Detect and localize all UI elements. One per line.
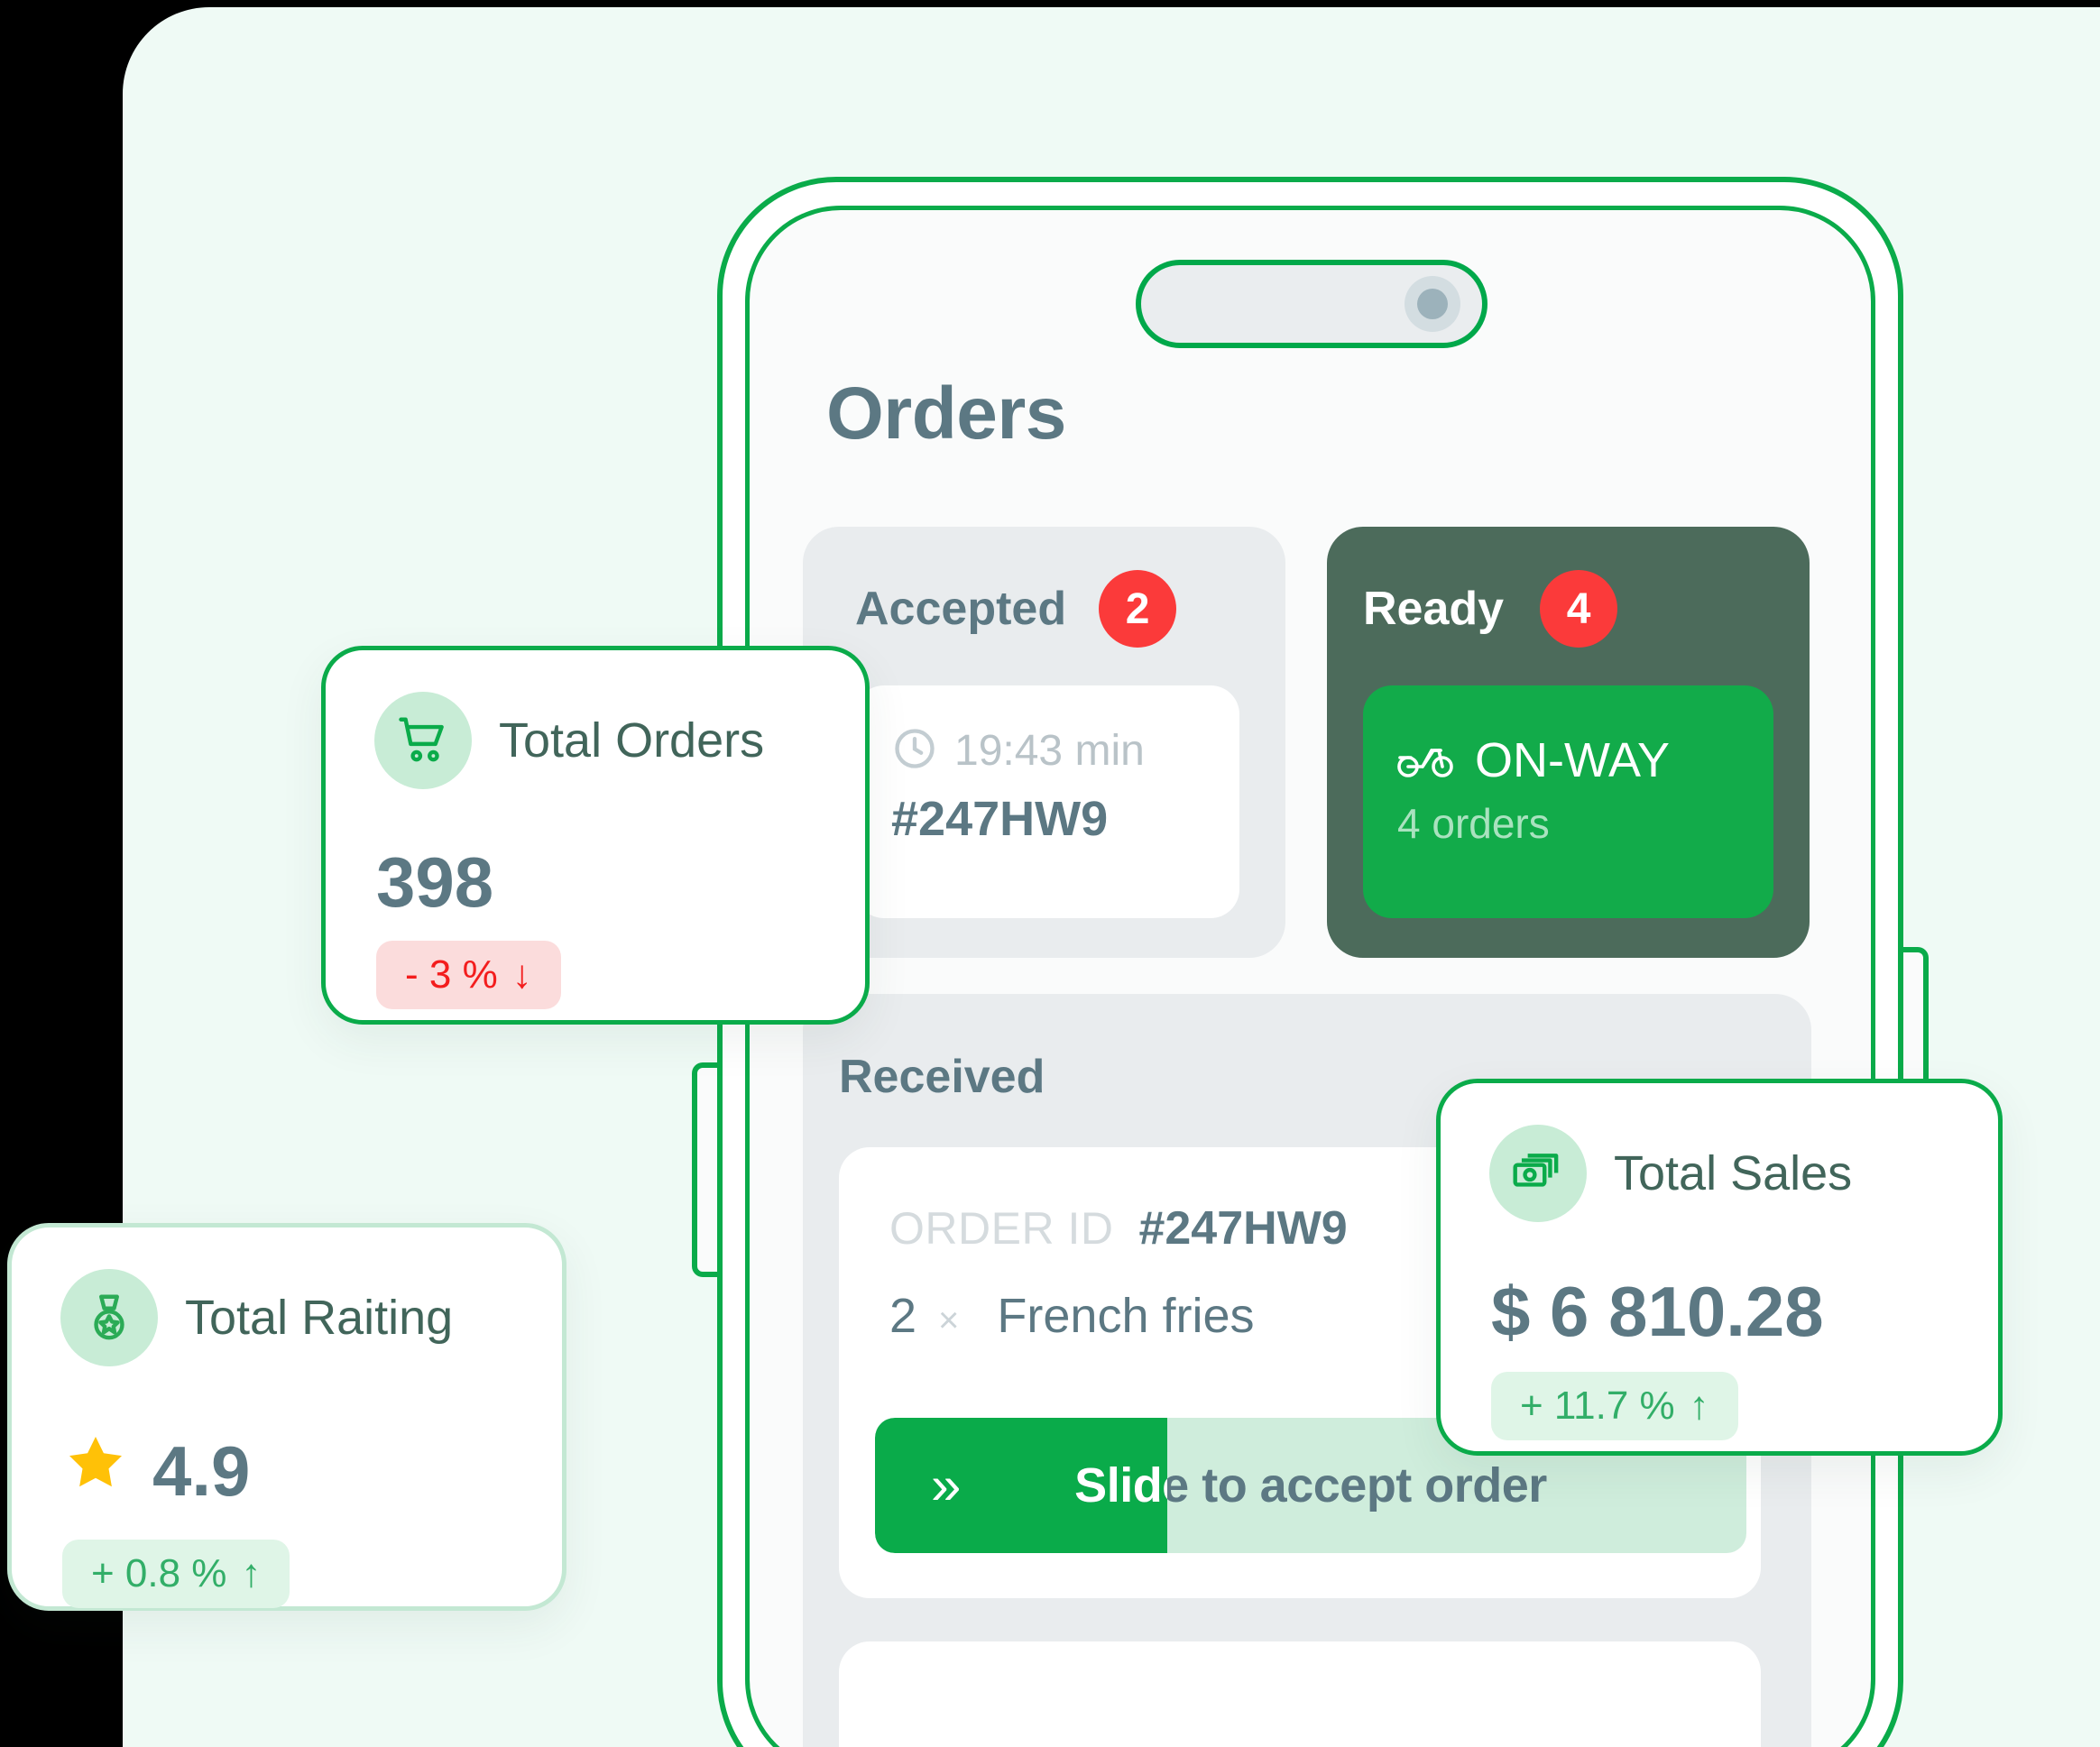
- total-sales-value: $ 6 810.28: [1491, 1272, 1824, 1351]
- total-rating-delta-text: + 0.8 %: [91, 1551, 227, 1595]
- chevron-double-right-icon: »: [931, 1455, 962, 1515]
- total-orders-delta-badge: - 3 % ↓: [376, 941, 561, 1009]
- total-rating-header: Total Raiting: [60, 1269, 453, 1366]
- dynamic-island: [1136, 260, 1488, 348]
- ready-status-card[interactable]: Ready 4 ON-WAY 4 orders: [1327, 527, 1810, 958]
- accepted-label: Accepted: [855, 583, 1067, 635]
- slider-label-highlight-text: Slide to accept order: [1074, 1458, 1166, 1513]
- ready-card-header: Ready 4: [1363, 570, 1618, 648]
- accepted-status-card[interactable]: Accepted 2 19:43 min #247HW9: [803, 527, 1285, 958]
- total-sales-delta-text: + 11.7 %: [1520, 1384, 1675, 1428]
- stat-card-total-sales[interactable]: Total Sales $ 6 810.28 + 11.7 % ↑: [1436, 1079, 2003, 1456]
- total-sales-header: Total Sales: [1489, 1125, 1852, 1222]
- order-id-value: #247HW9: [1138, 1202, 1348, 1255]
- order-item-name: French fries: [997, 1289, 1255, 1343]
- received-order-card-next[interactable]: [839, 1641, 1761, 1747]
- stat-card-total-rating[interactable]: Total Raiting 4.9 + 0.8 % ↑: [7, 1223, 566, 1611]
- total-rating-title: Total Raiting: [185, 1291, 454, 1345]
- accepted-card-header: Accepted 2: [855, 570, 1177, 648]
- screenshot-stage: Orders Accepted 2 19:43 min #247HW9 Read…: [0, 0, 2100, 1747]
- total-orders-value: 398: [376, 842, 494, 922]
- accepted-order-id: #247HW9: [891, 792, 1109, 846]
- total-sales-delta-badge: + 11.7 % ↑: [1491, 1372, 1738, 1440]
- total-rating-delta-badge: + 0.8 % ↑: [62, 1540, 290, 1608]
- total-orders-delta-text: - 3 %: [405, 952, 498, 997]
- on-way-row: ON-WAY: [1397, 732, 1773, 788]
- slider-label-highlight: Slide to accept order: [875, 1418, 1166, 1553]
- arrow-up-icon: ↑: [1689, 1384, 1709, 1428]
- clock-icon: [891, 725, 938, 777]
- stat-card-total-orders[interactable]: Total Orders 398 - 3 % ↓: [321, 646, 870, 1025]
- medal-star-icon: [60, 1269, 158, 1366]
- page-title: Orders: [826, 372, 1066, 455]
- on-way-label: ON-WAY: [1475, 733, 1670, 787]
- phone-volume-button[interactable]: [692, 1062, 717, 1277]
- on-way-tile[interactable]: ON-WAY 4 orders: [1363, 685, 1773, 918]
- eta-row: 19:43 min: [891, 725, 1239, 777]
- front-camera-lens: [1417, 289, 1448, 319]
- ready-count-badge: 4: [1540, 570, 1618, 648]
- accepted-order-tile[interactable]: 19:43 min #247HW9: [855, 685, 1239, 918]
- total-sales-title: Total Sales: [1614, 1146, 1853, 1200]
- order-item-quantity: 2: [889, 1289, 917, 1343]
- total-rating-value-row: 4.9: [62, 1430, 250, 1513]
- total-orders-title: Total Orders: [499, 713, 765, 768]
- total-orders-header: Total Orders: [374, 692, 764, 789]
- front-camera-icon: [1405, 276, 1460, 332]
- arrow-up-icon: ↑: [241, 1551, 262, 1595]
- shopping-cart-icon: [374, 692, 472, 789]
- ready-label: Ready: [1363, 583, 1505, 635]
- eta-text: 19:43 min: [954, 727, 1145, 775]
- star-icon: [62, 1430, 129, 1513]
- total-rating-value: 4.9: [152, 1431, 251, 1511]
- accepted-count-badge: 2: [1099, 570, 1177, 648]
- on-way-order-count: 4 orders: [1397, 800, 1550, 847]
- received-section-title: Received: [839, 1051, 1045, 1103]
- bicycle-icon: [1397, 737, 1455, 785]
- multiply-icon: ×: [938, 1301, 960, 1340]
- order-id-label: ORDER ID: [889, 1203, 1114, 1254]
- arrow-down-icon: ↓: [511, 952, 532, 997]
- money-stack-icon: [1489, 1125, 1587, 1222]
